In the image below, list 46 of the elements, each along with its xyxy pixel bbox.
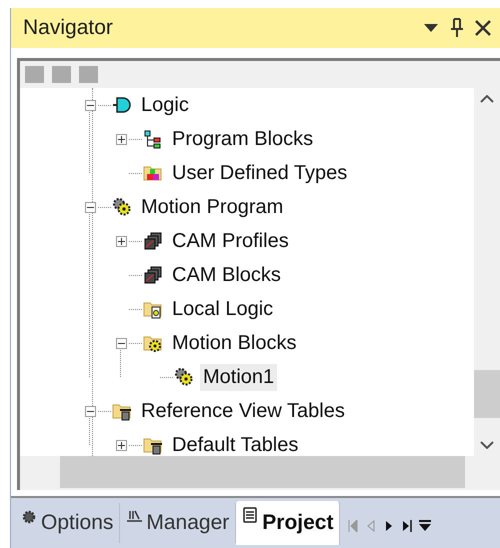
gear-icon bbox=[21, 509, 37, 525]
tab[interactable]: Project bbox=[236, 501, 340, 545]
panel-title: Navigator bbox=[23, 16, 114, 40]
tree-item[interactable]: Local Logic bbox=[169, 296, 276, 322]
caret-down-icon bbox=[424, 24, 438, 32]
scrollbar-thumb[interactable] bbox=[60, 456, 465, 488]
expand-toggle[interactable] bbox=[116, 440, 126, 450]
gears-icon bbox=[174, 367, 194, 387]
tree-item[interactable]: Motion Blocks bbox=[169, 330, 300, 356]
pin-icon bbox=[450, 18, 464, 38]
expand-toggle[interactable] bbox=[116, 236, 126, 246]
gears-icon bbox=[112, 197, 132, 217]
last-tab-button[interactable] bbox=[400, 518, 414, 534]
caret-down-icon bbox=[419, 520, 432, 532]
tree-item[interactable]: Program Blocks bbox=[169, 126, 316, 152]
chevron-up-icon bbox=[480, 95, 494, 103]
triangle-left-icon bbox=[367, 520, 376, 532]
collapse-toggle[interactable] bbox=[116, 338, 126, 348]
chevron-down-icon bbox=[480, 441, 494, 449]
tab[interactable]: Options bbox=[15, 503, 120, 543]
expand-toggle[interactable] bbox=[116, 134, 126, 144]
close-icon bbox=[475, 20, 491, 36]
list-icon bbox=[242, 507, 258, 523]
tree-item[interactable]: Motion1 bbox=[200, 364, 278, 390]
tree-item[interactable]: CAM Profiles bbox=[169, 228, 292, 254]
skip-start-icon bbox=[348, 520, 358, 532]
scrollbar-thumb[interactable] bbox=[474, 370, 500, 418]
triangle-right-icon bbox=[385, 520, 394, 532]
collapse-toggle[interactable] bbox=[84, 202, 96, 212]
tree-item[interactable]: CAM Blocks bbox=[169, 262, 284, 288]
collapse-toggle[interactable] bbox=[84, 406, 96, 416]
tree-item[interactable]: User Defined Types bbox=[169, 160, 350, 186]
hierarchy-icon bbox=[143, 129, 163, 149]
collapse-toggle[interactable] bbox=[84, 100, 96, 110]
stacked-cards-icon bbox=[143, 231, 163, 251]
plus-icon bbox=[118, 238, 124, 244]
tree-item[interactable]: Reference View Tables bbox=[138, 398, 348, 424]
skip-end-icon bbox=[402, 520, 412, 532]
plus-icon bbox=[118, 136, 124, 142]
tree-item[interactable]: Logic bbox=[138, 92, 192, 118]
tree-item[interactable]: Motion Program bbox=[138, 194, 286, 220]
books-icon bbox=[126, 509, 142, 525]
stacked-cards-icon bbox=[143, 265, 163, 285]
tree-item[interactable]: Default Tables bbox=[169, 432, 302, 456]
logic-gate-icon bbox=[112, 95, 132, 115]
plus-icon bbox=[118, 442, 124, 448]
